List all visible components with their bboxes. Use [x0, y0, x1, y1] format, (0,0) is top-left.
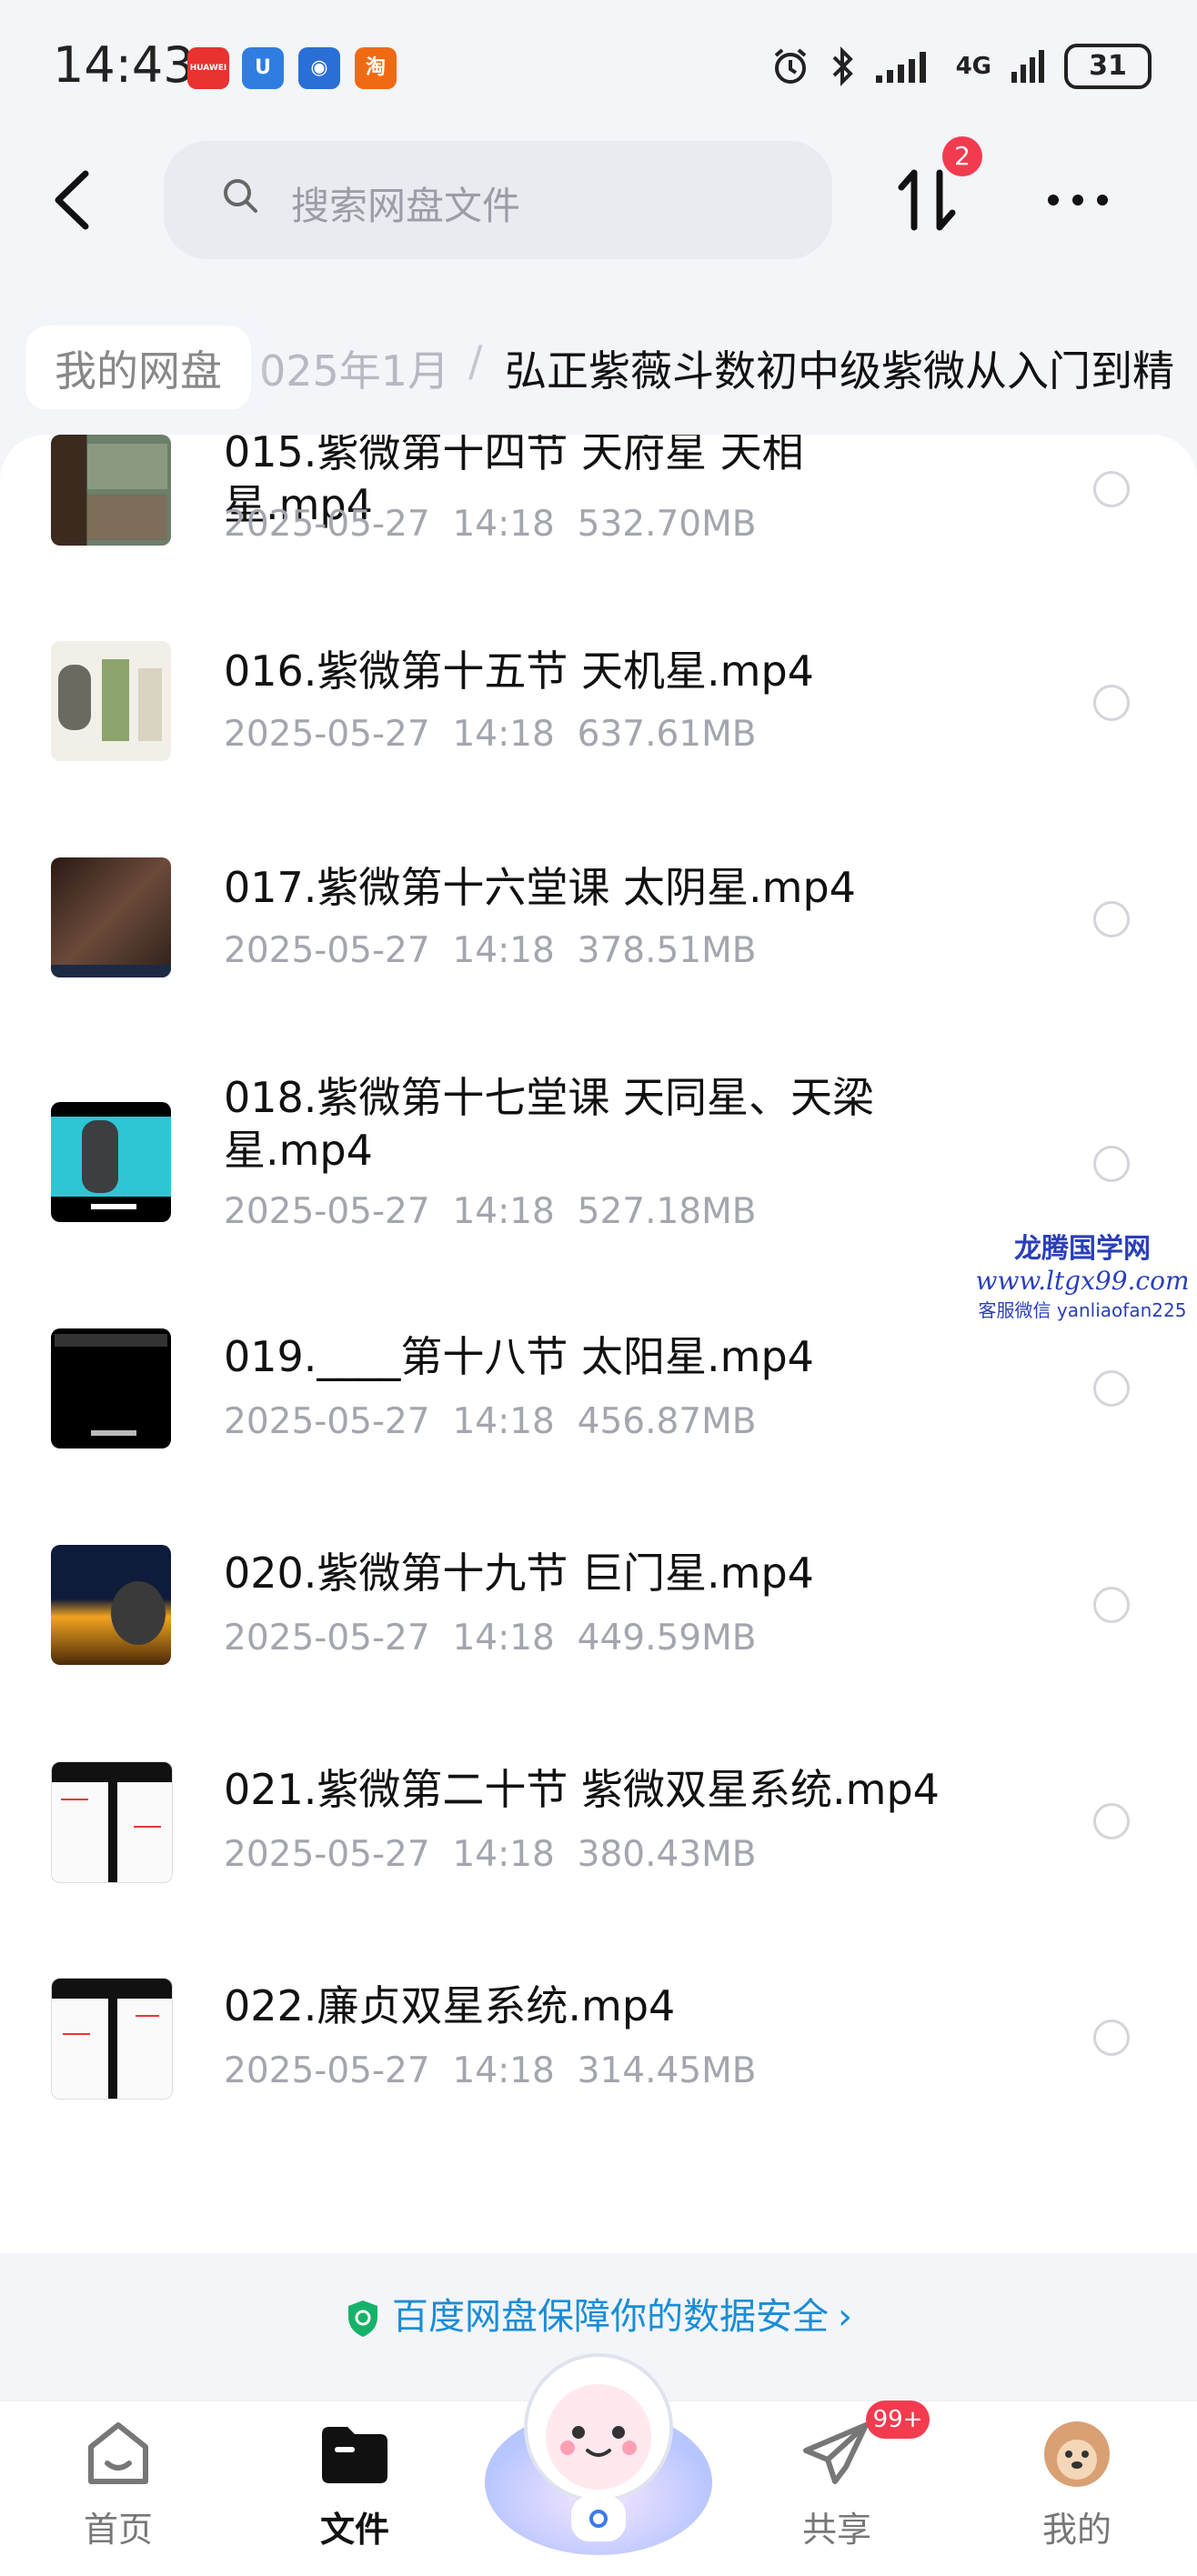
file-name: 020.紫微第十九节 巨门星.mp4 — [224, 1549, 814, 1598]
file-name: 022.廉贞双星系统.mp4 — [224, 1981, 676, 2030]
file-meta: 2025-05-27 14:18 380.43MB — [224, 1834, 757, 1875]
breadcrumb-separator: / — [468, 336, 483, 386]
signal-icon — [875, 52, 926, 83]
file-name: 019.____第十八节 太阳星.mp4 — [224, 1332, 814, 1381]
watermark-url: www.ltgx99.com — [975, 1266, 1190, 1296]
home-icon — [88, 2422, 148, 2484]
select-radio[interactable] — [1093, 685, 1130, 721]
watermark: 龙腾国学网 www.ltgx99.com 客服微信 yanliaofan225 — [973, 1226, 1192, 1322]
tab-share[interactable]: 共享 — [764, 2420, 910, 2551]
video-thumbnail — [51, 857, 171, 977]
paper-plane-icon — [803, 2422, 869, 2484]
tab-home[interactable]: 首页 — [45, 2420, 191, 2551]
battery-indicator: 31 — [1064, 44, 1152, 89]
file-list: 015.紫微第十四节 天府星 天相星.mp4 2025-05-27 14:18 … — [0, 435, 1197, 2253]
transfer-icon[interactable] — [896, 164, 960, 236]
video-thumbnail — [51, 1328, 171, 1448]
taobao-icon: 淘 — [355, 47, 397, 89]
alarm-icon — [774, 48, 806, 84]
file-name: 018.紫微第十七堂课 天同星、天梁星.mp4 — [224, 1073, 875, 1175]
search-input[interactable]: 搜索网盘文件 — [164, 141, 832, 259]
back-arrow-icon[interactable] — [45, 168, 100, 232]
file-meta: 2025-05-27 14:18 314.45MB — [224, 2050, 757, 2091]
file-name: 016.紫微第十五节 天机星.mp4 — [224, 647, 814, 696]
breadcrumb-root[interactable]: 我的网盘 — [25, 326, 251, 409]
app-u-icon: U — [242, 47, 284, 89]
app-blue-icon: ◉ — [298, 47, 340, 89]
watermark-contact: 客服微信 yanliaofan225 — [978, 1299, 1187, 1321]
avatar — [1044, 2421, 1110, 2487]
signal-icon-2 — [1011, 50, 1044, 83]
tab-share-label: 共享 — [801, 2510, 871, 2550]
file-meta: 2025-05-27 14:18 456.87MB — [224, 1401, 757, 1442]
select-radio[interactable] — [1093, 901, 1130, 937]
share-badge: 99+ — [866, 2401, 930, 2439]
tab-files-label: 文件 — [319, 2510, 389, 2550]
select-radio[interactable] — [1093, 1146, 1130, 1182]
select-radio[interactable] — [1093, 471, 1130, 507]
file-meta: 2025-05-27 14:18 637.61MB — [224, 714, 757, 755]
select-radio[interactable] — [1093, 1370, 1130, 1407]
breadcrumb-current: 弘正紫薇斗数初中级紫微从入门到精 — [505, 346, 1174, 396]
video-thumbnail — [51, 1102, 171, 1222]
chevron-right-icon: › — [838, 2296, 852, 2338]
tab-mine[interactable]: 我的 — [1004, 2420, 1150, 2551]
select-radio[interactable] — [1093, 1803, 1130, 1839]
file-meta: 2025-05-27 14:18 532.70MB — [224, 504, 757, 545]
huawei-icon: HUAWEI — [187, 47, 229, 89]
status-bar: 14:43 HUAWEI U ◉ 淘 4G 31 — [0, 0, 1197, 136]
video-thumbnail — [51, 641, 171, 761]
file-meta: 2025-05-27 14:18 449.59MB — [224, 1618, 757, 1659]
watermark-title: 龙腾国学网 — [1014, 1233, 1151, 1265]
bluetooth-icon — [832, 46, 853, 86]
select-radio[interactable] — [1093, 1587, 1130, 1623]
video-thumbnail — [51, 1761, 173, 1883]
file-name: 017.紫微第十六堂课 太阴星.mp4 — [224, 863, 856, 912]
file-meta: 2025-05-27 14:18 378.51MB — [224, 930, 757, 971]
tab-mine-label: 我的 — [1041, 2510, 1112, 2550]
tab-files[interactable]: 文件 — [282, 2420, 428, 2551]
transfer-badge: 2 — [942, 136, 982, 176]
video-thumbnail — [51, 435, 171, 546]
file-meta: 2025-05-27 14:18 527.18MB — [224, 1191, 757, 1232]
search-icon — [224, 179, 257, 213]
video-thumbnail — [51, 1545, 171, 1665]
tab-home-label: 首页 — [83, 2510, 153, 2550]
breadcrumb-middle[interactable]: 025年1月 — [259, 338, 449, 398]
more-icon[interactable] — [1046, 191, 1110, 209]
mascot-icon[interactable] — [480, 2328, 717, 2564]
shield-icon — [348, 2300, 377, 2337]
search-placeholder: 搜索网盘文件 — [291, 184, 521, 228]
network-type: 4G — [955, 53, 991, 80]
breadcrumb: 我的网盘 025年1月 / 弘正紫薇斗数初中级紫微从入门到精 — [0, 318, 1197, 409]
select-radio[interactable] — [1093, 2020, 1130, 2056]
status-time: 14:43 — [53, 36, 195, 94]
video-thumbnail — [51, 1978, 173, 2100]
folder-icon — [322, 2427, 387, 2483]
file-name: 021.紫微第二十节 紫微双星系统.mp4 — [224, 1765, 940, 1814]
